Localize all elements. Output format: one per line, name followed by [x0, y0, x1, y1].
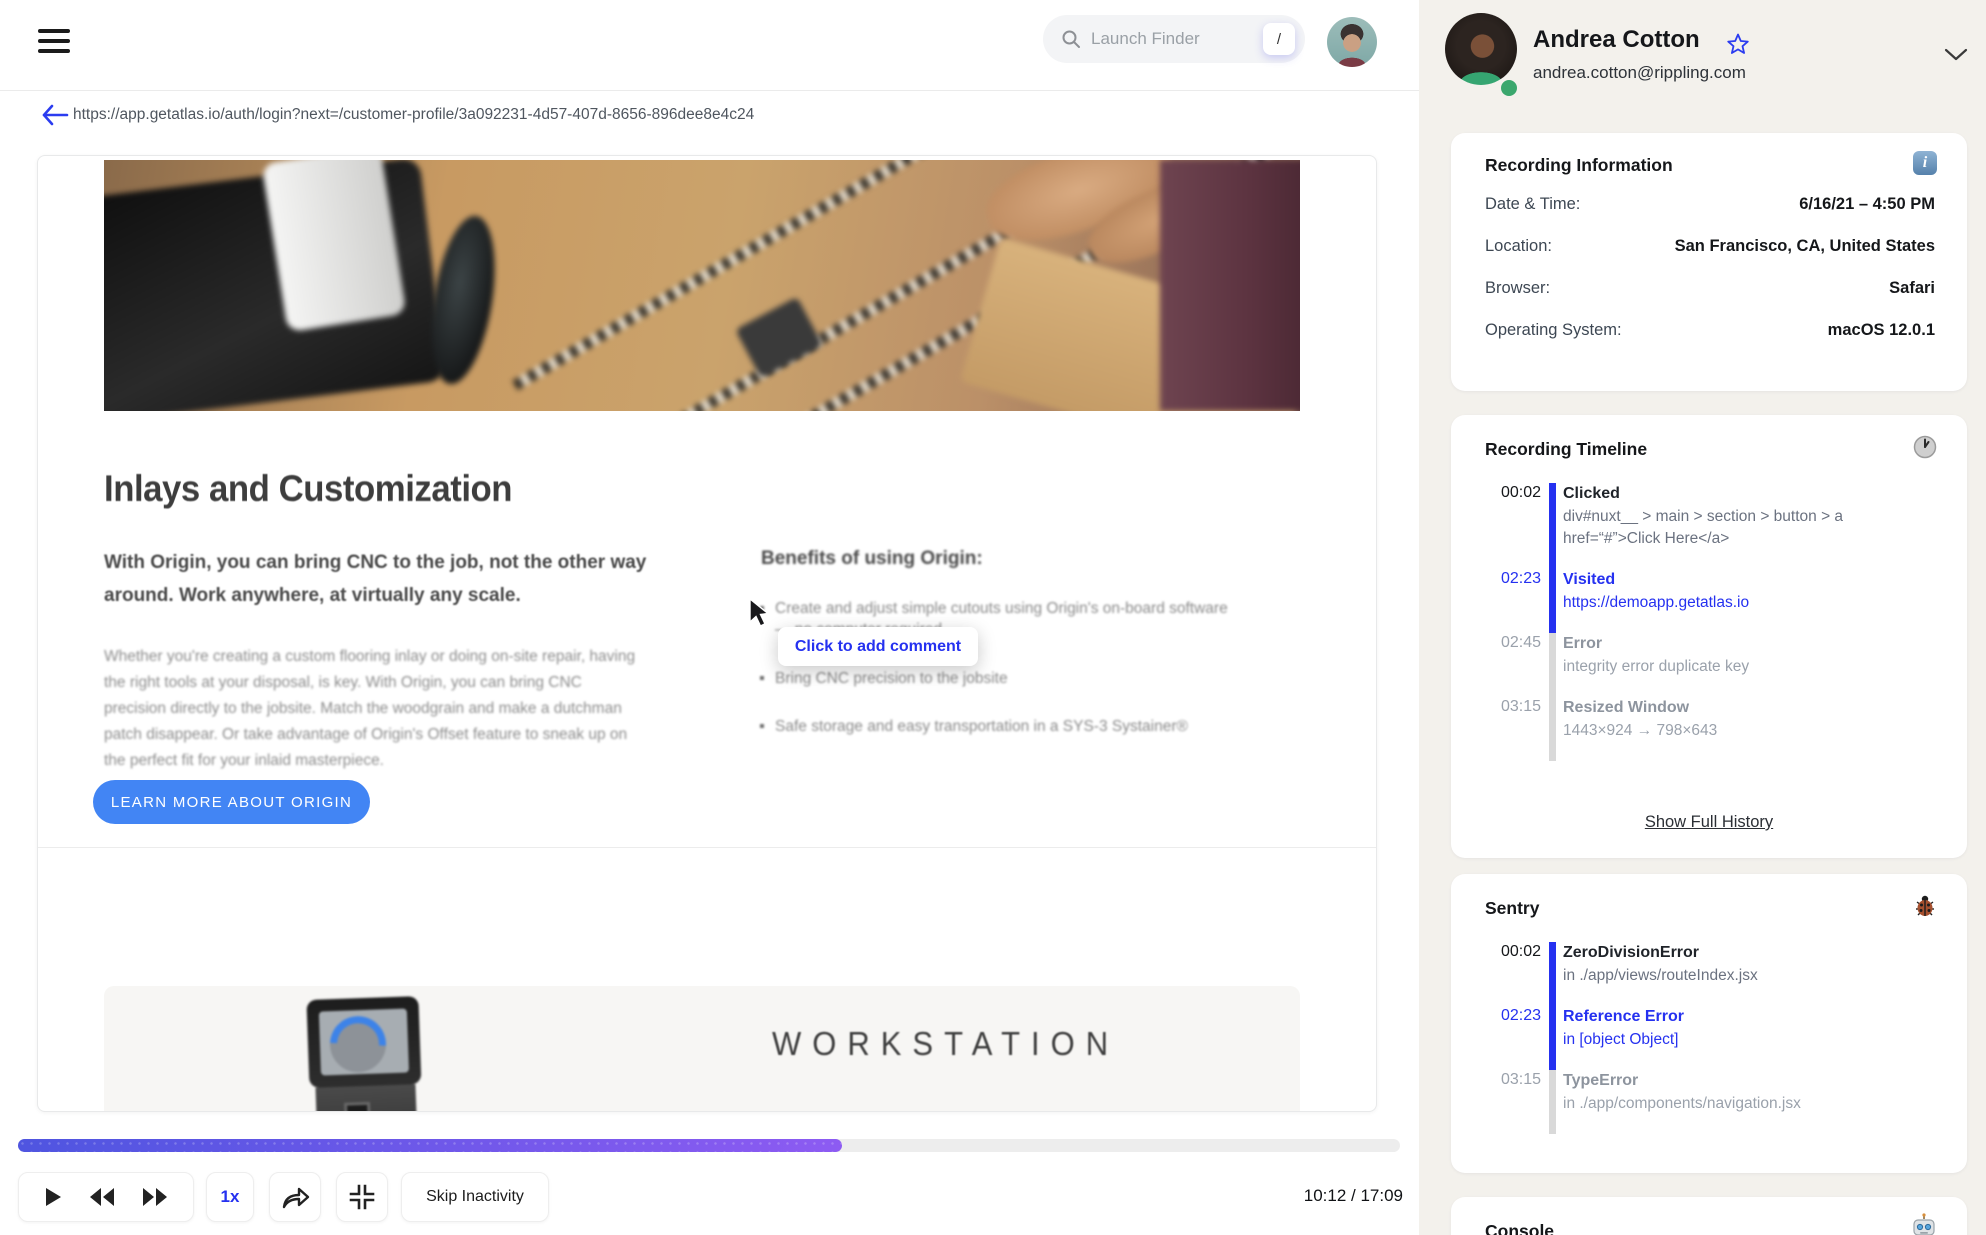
session-replay-app: Launch Finder / https://app.getatlas.io/…	[0, 0, 1986, 1235]
search-icon	[1061, 29, 1081, 49]
robot-icon	[1911, 1213, 1937, 1235]
skip-inactivity-button[interactable]: Skip Inactivity	[401, 1172, 549, 1222]
info-row: Location: San Francisco, CA, United Stat…	[1485, 237, 1935, 255]
playback-progress-fill	[18, 1139, 842, 1152]
sentry-title: Sentry	[1485, 898, 1540, 918]
sentry-event[interactable]: 02:23 Reference Error in [object Object]	[1485, 1006, 1943, 1070]
page-lead-paragraph: With Origin, you can bring CNC to the jo…	[104, 552, 647, 606]
origin-device-image	[306, 996, 423, 1111]
sentry-track	[1548, 1006, 1556, 1070]
clock-icon	[1913, 435, 1937, 459]
playback-speed-button[interactable]: 1x	[206, 1172, 254, 1222]
profile-email: andrea.cotton@rippling.com	[1533, 63, 1746, 82]
console-title: Console	[1485, 1221, 1555, 1235]
replay-viewport[interactable]: Inlays and Customization With Origin, yo…	[37, 155, 1377, 1112]
ladybug-icon	[1913, 894, 1937, 918]
replay-url: https://app.getatlas.io/auth/login?next=…	[73, 106, 755, 123]
share-button[interactable]	[269, 1172, 321, 1222]
timeline-event[interactable]: 02:45 Error integrity error duplicate key	[1485, 633, 1943, 697]
timeline-track	[1548, 697, 1556, 761]
recording-timeline-title: Recording Timeline	[1485, 439, 1648, 459]
section-divider	[38, 847, 1376, 848]
recording-information-title: Recording Information	[1485, 155, 1673, 175]
playback-progress-bar[interactable]	[18, 1139, 1400, 1152]
replay-url-row: https://app.getatlas.io/auth/login?next=…	[0, 92, 1419, 144]
workstation-section: WORKSTATION	[104, 986, 1300, 1111]
benefit-item: Bring CNC precision to the jobsite	[760, 668, 1240, 689]
chevron-down-icon[interactable]	[1944, 48, 1968, 62]
page-heading: Inlays and Customization	[104, 468, 513, 509]
hamburger-menu-icon[interactable]	[38, 29, 70, 55]
sentry-track	[1548, 942, 1556, 1006]
avatar[interactable]	[1327, 17, 1377, 67]
timeline-event[interactable]: 02:23 Visited https://demoapp.getatlas.io	[1485, 569, 1943, 633]
favorite-star-icon[interactable]	[1726, 32, 1750, 56]
sentry-event[interactable]: 03:15 TypeError in ./app/components/navig…	[1485, 1070, 1943, 1134]
replay-cursor-icon	[748, 598, 774, 628]
info-row: Browser: Safari	[1485, 279, 1935, 297]
timeline-event[interactable]: 03:15 Resized Window 1443×924 → 798×643	[1485, 697, 1943, 761]
rewind-button[interactable]	[89, 1187, 115, 1207]
sentry-track	[1548, 1070, 1556, 1134]
benefit-item: Safe storage and easy transportation in …	[760, 716, 1240, 737]
sentry-event[interactable]: 00:02 ZeroDivisionError in ./app/views/ro…	[1485, 942, 1943, 1006]
recording-timeline-card: Recording Timeline 00:02 Clicked div#nuxt…	[1451, 415, 1967, 858]
replay-hero-photo	[104, 160, 1300, 411]
benefits-title: Benefits of using Origin:	[761, 548, 983, 569]
profile-avatar[interactable]	[1445, 13, 1517, 85]
console-card: Console	[1451, 1197, 1967, 1235]
sentry-card: Sentry 00:02 ZeroDivisionError in ./app/v…	[1451, 874, 1967, 1173]
timeline-event[interactable]: 00:02 Clicked div#nuxt__ > main > section…	[1485, 483, 1943, 569]
share-arrow-icon	[280, 1184, 310, 1210]
play-button[interactable]	[44, 1187, 62, 1207]
info-row: Operating System: macOS 12.0.1	[1485, 321, 1935, 339]
show-full-history-link[interactable]: Show Full History	[1451, 813, 1967, 832]
transport-controls	[18, 1172, 194, 1222]
playback-time: 10:12 / 17:09	[1303, 1186, 1403, 1205]
timeline-track	[1548, 633, 1556, 697]
collapse-view-button[interactable]	[336, 1172, 388, 1222]
learn-more-button[interactable]: LEARN MORE ABOUT ORIGIN	[93, 780, 370, 824]
workstation-logo: WORKSTATION	[772, 1024, 1120, 1063]
timeline-track	[1548, 483, 1556, 569]
search-placeholder: Launch Finder	[1091, 29, 1200, 48]
online-status-dot	[1501, 80, 1517, 96]
fast-forward-button[interactable]	[142, 1187, 168, 1207]
info-row: Date & Time: 6/16/21 – 4:50 PM	[1485, 195, 1935, 213]
search-shortcut-key: /	[1263, 23, 1295, 55]
timeline-track	[1548, 569, 1556, 633]
topbar: Launch Finder /	[0, 0, 1419, 91]
collapse-corners-icon	[349, 1184, 375, 1210]
profile-name: Andrea Cotton	[1533, 26, 1700, 53]
info-icon: i	[1913, 151, 1937, 175]
recording-information-card: Recording Information i Date & Time: 6/1…	[1451, 133, 1967, 391]
add-comment-tooltip[interactable]: Click to add comment	[778, 627, 978, 666]
back-arrow-icon[interactable]	[40, 102, 70, 128]
search-input[interactable]: Launch Finder /	[1043, 15, 1305, 63]
page-body-paragraph: Whether you're creating a custom floorin…	[104, 648, 636, 769]
